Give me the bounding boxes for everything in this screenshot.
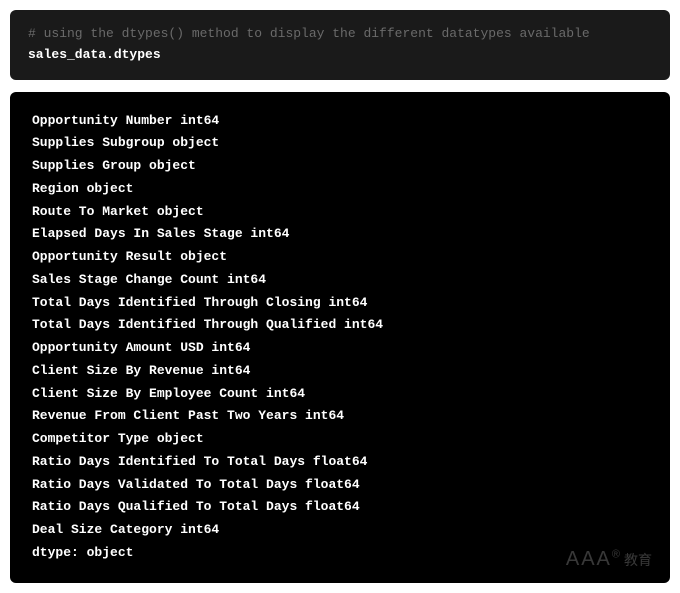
- output-line: Route To Market object: [32, 201, 648, 224]
- output-line: Client Size By Revenue int64: [32, 360, 648, 383]
- output-line: Deal Size Category int64: [32, 519, 648, 542]
- output-line: Client Size By Employee Count int64: [32, 383, 648, 406]
- output-lines-container: Opportunity Number int64Supplies Subgrou…: [32, 110, 648, 565]
- output-line: Ratio Days Identified To Total Days floa…: [32, 451, 648, 474]
- code-output-block: Opportunity Number int64Supplies Subgrou…: [10, 92, 670, 583]
- output-line: Ratio Days Validated To Total Days float…: [32, 474, 648, 497]
- output-line: Total Days Identified Through Qualified …: [32, 314, 648, 337]
- output-line: Opportunity Number int64: [32, 110, 648, 133]
- output-line: Region object: [32, 178, 648, 201]
- output-line: Opportunity Result object: [32, 246, 648, 269]
- output-line: Opportunity Amount USD int64: [32, 337, 648, 360]
- output-line: Competitor Type object: [32, 428, 648, 451]
- output-line: Sales Stage Change Count int64: [32, 269, 648, 292]
- output-line: Supplies Group object: [32, 155, 648, 178]
- output-line: Ratio Days Qualified To Total Days float…: [32, 496, 648, 519]
- code-comment: # using the dtypes() method to display t…: [28, 24, 652, 45]
- code-input-block: # using the dtypes() method to display t…: [10, 10, 670, 80]
- output-line: Total Days Identified Through Closing in…: [32, 292, 648, 315]
- output-line: Elapsed Days In Sales Stage int64: [32, 223, 648, 246]
- output-line: dtype: object: [32, 542, 648, 565]
- code-statement: sales_data.dtypes: [28, 45, 652, 66]
- output-line: Revenue From Client Past Two Years int64: [32, 405, 648, 428]
- output-line: Supplies Subgroup object: [32, 132, 648, 155]
